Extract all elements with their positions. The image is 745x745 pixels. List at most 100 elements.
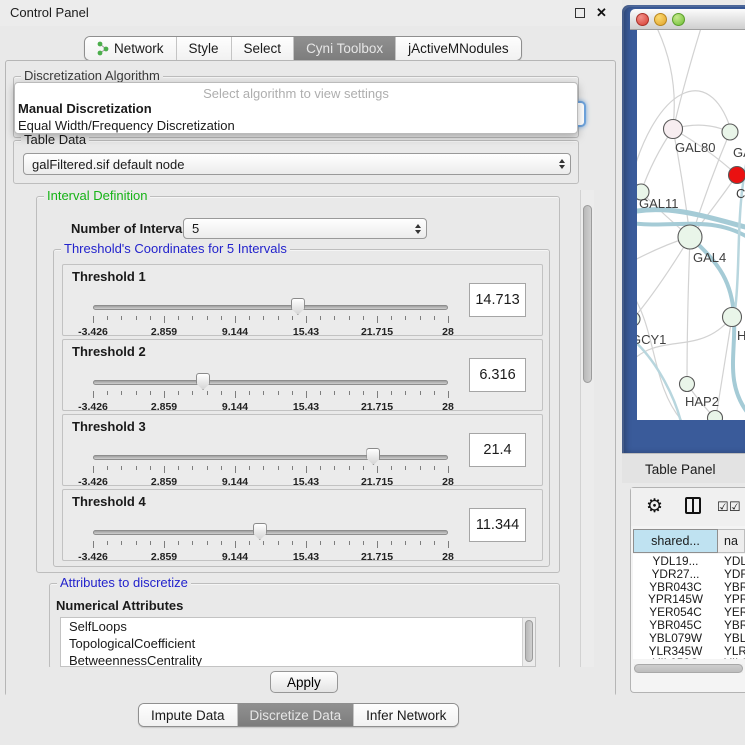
algorithm-option[interactable]: Manual Discretization xyxy=(15,100,577,117)
numerical-attributes-list[interactable]: SelfLoopsTopologicalCoefficientBetweenne… xyxy=(60,617,536,667)
settings-gear-icon[interactable]: ⚙ xyxy=(646,495,663,518)
network-node[interactable] xyxy=(664,120,683,139)
network-node[interactable] xyxy=(678,225,702,249)
tab-style[interactable]: Style xyxy=(176,37,231,60)
table-hscrollbar-thumb[interactable] xyxy=(634,664,743,673)
threshold-value-field[interactable]: 21.4 xyxy=(469,433,526,467)
select-columns-icon[interactable]: ☑ xyxy=(717,499,729,515)
tick-mark xyxy=(93,466,94,473)
tick-label: 21.715 xyxy=(361,326,393,338)
table-horizontal-scrollbar[interactable] xyxy=(634,664,743,673)
tab-impute-data[interactable]: Impute Data xyxy=(139,704,237,726)
apply-button[interactable]: Apply xyxy=(270,671,338,693)
tab-network[interactable]: Network xyxy=(85,37,176,60)
close-traffic-light-icon[interactable] xyxy=(636,13,649,26)
tick-mark xyxy=(434,466,435,470)
column-header-shared-name[interactable]: shared... xyxy=(633,529,718,553)
network-window-titlebar[interactable] xyxy=(630,9,745,30)
tick-mark xyxy=(121,541,122,545)
tick-mark xyxy=(178,541,179,545)
network-node[interactable] xyxy=(729,167,745,184)
threshold-label: Threshold 1 xyxy=(72,269,146,284)
tick-mark xyxy=(334,391,335,395)
threshold-slider[interactable]: -3.4262.8599.14415.4321.71528 xyxy=(93,380,448,384)
tab-label: Network xyxy=(114,41,164,56)
threshold-slider[interactable]: -3.4262.8599.14415.4321.71528 xyxy=(93,455,448,459)
tick-label: 9.144 xyxy=(222,401,248,413)
table-row[interactable]: YLR345WYLR3 xyxy=(633,644,745,657)
tab-jactivemnodules[interactable]: jActiveMNodules xyxy=(395,37,521,60)
tick-mark xyxy=(363,466,364,470)
tick-mark xyxy=(150,391,151,395)
float-window-icon[interactable] xyxy=(575,8,585,18)
select-all-columns-icon[interactable]: ☑ xyxy=(729,499,741,515)
tab-cyni-toolbox[interactable]: Cyni Toolbox xyxy=(293,37,395,60)
tick-mark xyxy=(93,541,94,548)
network-node[interactable] xyxy=(722,124,738,140)
tick-mark xyxy=(263,391,264,395)
tab-select[interactable]: Select xyxy=(231,37,294,60)
table-row[interactable]: YBR043CYBR0 xyxy=(633,580,745,593)
network-node[interactable] xyxy=(708,411,723,421)
tick-mark xyxy=(434,391,435,395)
threshold-value-field[interactable]: 14.713 xyxy=(469,283,526,317)
attributes-scrollbar-thumb[interactable] xyxy=(525,620,533,662)
slider-track[interactable] xyxy=(93,455,448,460)
threshold-slider[interactable]: -3.4262.8599.14415.4321.71528 xyxy=(93,530,448,534)
bottom-tab-bar: Impute DataDiscretize DataInfer Network xyxy=(138,703,459,727)
slider-track[interactable] xyxy=(93,305,448,310)
tick-mark xyxy=(448,466,449,473)
network-node[interactable] xyxy=(637,312,640,326)
tick-mark xyxy=(121,391,122,395)
table-row[interactable]: YDR27...YDR2 xyxy=(633,567,745,580)
tick-mark xyxy=(377,541,378,548)
table-row[interactable]: YPR145WYPR1 xyxy=(633,592,745,605)
table-row[interactable]: YBR045CYBR0 xyxy=(633,618,745,631)
tick-mark xyxy=(249,466,250,470)
table-row[interactable]: YDL19...YDL1 xyxy=(633,554,745,567)
network-node[interactable] xyxy=(723,308,742,327)
settings-scrollbar-thumb[interactable] xyxy=(583,205,592,383)
minimize-traffic-light-icon[interactable] xyxy=(654,13,667,26)
zoom-traffic-light-icon[interactable] xyxy=(672,13,685,26)
attributes-list-scrollbar[interactable] xyxy=(522,618,535,666)
threshold-value-field[interactable]: 6.316 xyxy=(469,358,526,392)
cell-name: YDR2 xyxy=(718,567,745,580)
threshold-slider[interactable]: -3.4262.8599.14415.4321.71528 xyxy=(93,305,448,309)
table-row[interactable]: YIL052CYIL0 xyxy=(633,656,745,659)
slider-tick-labels: -3.4262.8599.14415.4321.71528 xyxy=(93,401,448,413)
tick-label: 28 xyxy=(442,401,454,413)
attribute-list-item[interactable]: BetweennessCentrality xyxy=(61,652,535,667)
column-header-name[interactable]: na xyxy=(718,529,745,553)
node-label: GA xyxy=(733,145,745,160)
slider-thumb-icon[interactable] xyxy=(196,373,210,390)
tick-mark xyxy=(334,466,335,470)
slider-thumb-icon[interactable] xyxy=(366,448,380,465)
tab-infer-network[interactable]: Infer Network xyxy=(353,704,458,726)
slider-thumb-icon[interactable] xyxy=(253,523,267,540)
threshold-value-field[interactable]: 11.344 xyxy=(469,508,526,542)
tick-mark xyxy=(150,316,151,320)
split-columns-icon[interactable] xyxy=(685,497,701,514)
network-node[interactable] xyxy=(680,377,695,392)
table-row[interactable]: YBL079WYBL0 xyxy=(633,631,745,644)
panel-title: Control Panel xyxy=(10,5,89,20)
algorithm-option[interactable]: Equal Width/Frequency Discretization xyxy=(15,117,577,134)
tick-mark xyxy=(150,466,151,470)
attribute-list-item[interactable]: TopologicalCoefficient xyxy=(61,635,535,652)
node-label: GAL11 xyxy=(639,196,679,211)
num-intervals-combobox[interactable]: 5 xyxy=(183,218,427,239)
slider-thumb-icon[interactable] xyxy=(291,298,305,315)
slider-track[interactable] xyxy=(93,530,448,535)
settings-scrollbar[interactable] xyxy=(580,190,594,667)
table-panel-title: Table Panel xyxy=(645,462,716,477)
tick-mark xyxy=(207,391,208,395)
tab-discretize-data[interactable]: Discretize Data xyxy=(237,704,354,726)
table-data-combobox[interactable]: galFiltered.sif default node xyxy=(23,153,571,175)
close-icon[interactable]: ✕ xyxy=(595,6,608,19)
network-canvas[interactable]: GAL80GACGAL11GAL4GCY1HHAP2 xyxy=(637,30,745,420)
attribute-list-item[interactable]: SelfLoops xyxy=(61,618,535,635)
table-row[interactable]: YER054CYER0 xyxy=(633,605,745,618)
slider-track[interactable] xyxy=(93,380,448,385)
tick-mark xyxy=(207,316,208,320)
